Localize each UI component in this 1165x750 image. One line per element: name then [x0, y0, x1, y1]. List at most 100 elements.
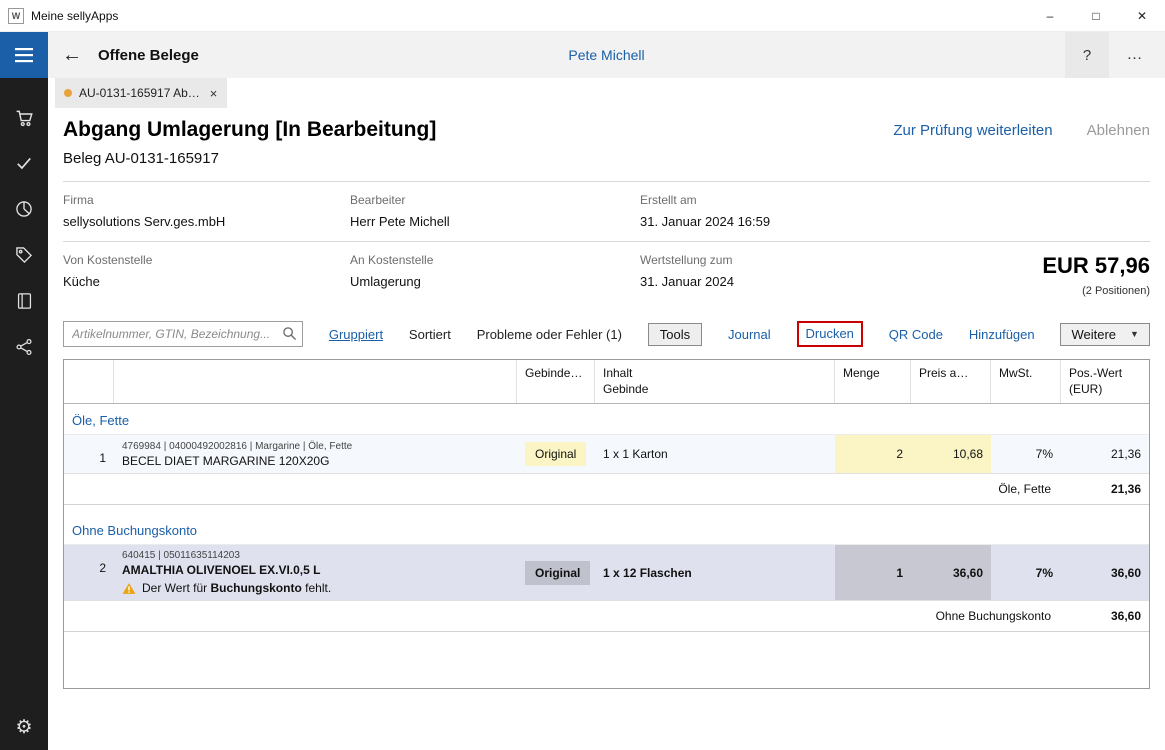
table-row[interactable]: 1 4769984 | 04000492002816 | Margarine |… [64, 434, 1149, 474]
article-meta: 640415 | 05011635114203 [122, 550, 509, 561]
warning-text: Der Wert für Buchungskonto fehlt. [142, 581, 331, 595]
gebinde-chip[interactable]: Original [525, 561, 590, 585]
grouped-toggle[interactable]: Gruppiert [329, 327, 383, 342]
search-icon [282, 326, 297, 341]
print-link-highlight: Drucken [797, 321, 863, 347]
window-titlebar: W Meine sellyApps – □ ✕ [0, 0, 1165, 32]
gear-icon: ⚙ [15, 718, 32, 737]
preis-cell[interactable]: 10,68 [911, 435, 991, 473]
document-total: EUR 57,96 (2 Positionen) [940, 253, 1150, 297]
gebinde-cell[interactable]: Original [517, 545, 595, 600]
gebinde-cell[interactable]: Original [517, 435, 595, 473]
tools-button[interactable]: Tools [648, 323, 702, 346]
cart-icon [14, 107, 35, 128]
share-network-icon [14, 337, 34, 357]
maximize-button[interactable]: □ [1073, 0, 1119, 32]
items-toolbar: Gruppiert Sortiert Probleme oder Fehler … [63, 321, 1150, 347]
row-number: 1 [64, 435, 114, 473]
header-more-button[interactable]: … [1109, 32, 1161, 78]
window-title: Meine sellyApps [31, 9, 118, 23]
sidebar-item-journal[interactable] [0, 278, 48, 324]
header-menge[interactable]: Menge [835, 360, 911, 403]
sidebar-item-share[interactable] [0, 324, 48, 370]
back-button[interactable]: ← [62, 45, 82, 65]
reject-link[interactable]: Ablehnen [1087, 122, 1150, 139]
header-pos-wert[interactable]: Pos.-Wert (EUR) [1061, 360, 1149, 403]
more-actions-label: Weitere [1071, 327, 1116, 342]
book-icon [15, 291, 34, 311]
forward-for-review-link[interactable]: Zur Prüfung weiterleiten [893, 122, 1052, 139]
table-row-selected[interactable]: 2 640415 | 05011635114203 AMALTHIA OLIVE… [64, 544, 1149, 601]
field-label: Erstellt am [640, 193, 1150, 207]
field-von-kostenstelle: Von Kostenstelle Küche [63, 253, 350, 297]
header-preis[interactable]: Preis a… [911, 360, 991, 403]
document-tab[interactable]: AU-0131-165917 Ab… × [55, 78, 227, 108]
article-name: AMALTHIA OLIVENOEL EX.VI.0,5 L [122, 563, 509, 577]
current-user[interactable]: Pete Michell [48, 47, 1165, 63]
group-gap [64, 505, 1149, 514]
gebinde-chip[interactable]: Original [525, 442, 586, 466]
sidebar-item-reports[interactable] [0, 186, 48, 232]
more-actions-dropdown[interactable]: Weitere ▼ [1060, 323, 1149, 346]
search-input[interactable] [63, 321, 303, 347]
tab-close-icon[interactable]: × [210, 86, 218, 101]
table-empty-area [64, 632, 1149, 688]
minimize-button[interactable]: – [1027, 0, 1073, 32]
menge-cell[interactable]: 2 [835, 435, 911, 473]
journal-link[interactable]: Journal [728, 327, 771, 342]
header-empty-num [64, 360, 114, 403]
problems-filter[interactable]: Probleme oder Fehler (1) [477, 327, 622, 342]
field-label: An Kostenstelle [350, 253, 640, 267]
header-inhalt-gebinde[interactable]: Inhalt Gebinde [595, 360, 835, 403]
field-value: Küche [63, 274, 350, 289]
sidebar-item-settings[interactable]: ⚙ [0, 704, 48, 750]
add-item-link[interactable]: Hinzufügen [969, 327, 1035, 342]
header-mwst[interactable]: MwSt. [991, 360, 1061, 403]
field-wertstellung: Wertstellung zum 31. Januar 2024 [640, 253, 940, 297]
group-title: Öle, Fette [64, 404, 1149, 434]
warning-icon [122, 582, 136, 595]
sidebar-item-prices[interactable] [0, 232, 48, 278]
subtotal-value: 21,36 [1061, 474, 1149, 504]
header-description[interactable] [114, 360, 517, 403]
preis-cell[interactable]: 36,60 [911, 545, 991, 600]
document-number: Beleg AU-0131-165917 [63, 150, 1150, 167]
pos-wert-cell: 21,36 [1061, 435, 1149, 473]
total-amount: EUR 57,96 [940, 253, 1150, 279]
row-warning: Der Wert für Buchungskonto fehlt. [122, 581, 509, 595]
print-link[interactable]: Drucken [806, 326, 854, 341]
hamburger-menu-button[interactable] [0, 32, 48, 78]
tab-strip: AU-0131-165917 Ab… × [48, 78, 1165, 108]
app-header: ← Offene Belege Pete Michell ? … [48, 32, 1165, 78]
sidebar-item-cart[interactable] [0, 94, 48, 140]
chevron-down-icon: ▼ [1130, 329, 1139, 339]
hamburger-icon [14, 47, 34, 63]
close-button[interactable]: ✕ [1119, 0, 1165, 32]
article-name: BECEL DIAET MARGARINE 120X20G [122, 454, 509, 468]
subtotal-value: 36,60 [1061, 601, 1149, 631]
row-number: 2 [64, 545, 114, 600]
unsaved-indicator-dot [64, 89, 72, 97]
subtotal-label: Ohne Buchungskonto [64, 601, 1061, 631]
help-button[interactable]: ? [1065, 32, 1109, 78]
field-label: Von Kostenstelle [63, 253, 350, 267]
subtotal-label: Öle, Fette [64, 474, 1061, 504]
page-title: Offene Belege [98, 47, 199, 64]
field-value: 31. Januar 2024 [640, 274, 940, 289]
menge-cell[interactable]: 1 [835, 545, 911, 600]
header-gebinde[interactable]: Gebinde… [517, 360, 595, 403]
info-row-1: Firma sellysolutions Serv.ges.mbH Bearbe… [63, 182, 1150, 241]
sorted-toggle[interactable]: Sortiert [409, 327, 451, 342]
main-area: AU-0131-165917 Ab… × Abgang Umlagerung [… [48, 78, 1165, 750]
group-title: Ohne Buchungskonto [64, 514, 1149, 544]
mwst-cell: 7% [991, 545, 1061, 600]
sidebar: ⚙ [0, 78, 48, 750]
table-header-row: Gebinde… Inhalt Gebinde Menge Preis a… M… [64, 360, 1149, 404]
pos-wert-cell: 36,60 [1061, 545, 1149, 600]
field-value: Herr Pete Michell [350, 214, 640, 229]
qr-code-link[interactable]: QR Code [889, 327, 943, 342]
sidebar-item-tasks[interactable] [0, 140, 48, 186]
positions-table: Gebinde… Inhalt Gebinde Menge Preis a… M… [63, 359, 1150, 689]
body: ⚙ AU-0131-165917 Ab… × Abgang Umlagerung… [0, 78, 1165, 750]
field-value: sellysolutions Serv.ges.mbH [63, 214, 350, 229]
